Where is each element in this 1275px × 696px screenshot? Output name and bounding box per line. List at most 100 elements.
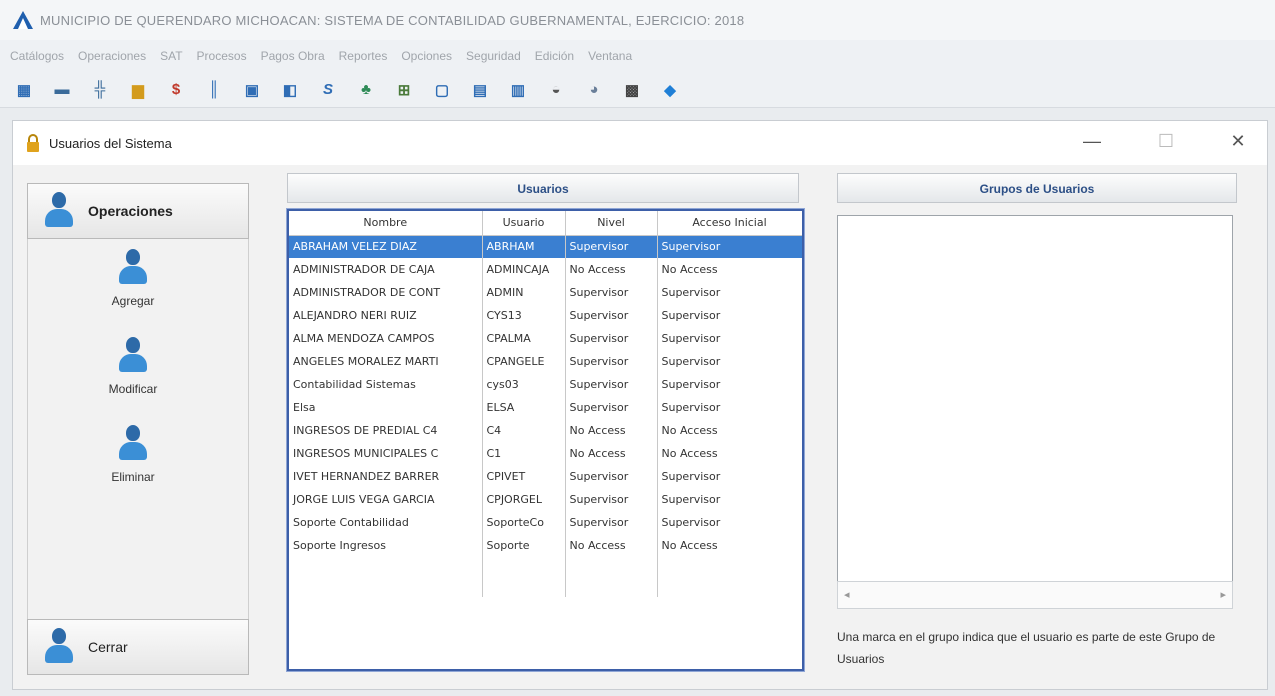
menu-sat[interactable]: SAT — [160, 49, 182, 63]
cell-nombre: ADMINISTRADOR DE CAJA — [289, 258, 483, 281]
table-row[interactable]: Contabilidad Sistemas cys03 Supervisor Supe… — [289, 373, 802, 396]
menu-catalogos[interactable]: Catálogos — [10, 49, 64, 63]
column-header-usuario[interactable]: Usuario — [482, 211, 566, 236]
cell-usuario: CPANGELE — [482, 350, 566, 373]
column-header-nombre[interactable]: Nombre — [289, 211, 483, 236]
groups-horizontal-scrollbar[interactable]: ◂ ▸ — [837, 581, 1233, 609]
table-row[interactable]: ALMA MENDOZA CAMPOS CPALMA Supervisor Super… — [289, 327, 802, 350]
close-window-button[interactable]: ✕ — [1223, 131, 1253, 152]
cell-nivel: Supervisor — [565, 281, 658, 304]
cell-nivel: Supervisor — [565, 304, 658, 327]
cell-nivel: Supervisor — [565, 511, 658, 534]
columns-icon[interactable]: ║ — [204, 80, 224, 100]
modify-user-button[interactable]: Modificar — [73, 337, 193, 396]
users-header: Usuarios — [287, 173, 799, 203]
cell-acceso: Supervisor — [657, 396, 802, 419]
app-title: MUNICIPIO DE QUERENDARO MICHOACAN: SISTE… — [40, 12, 745, 28]
column-header-acceso[interactable]: Acceso Inicial — [657, 211, 802, 236]
menu-reportes[interactable]: Reportes — [339, 49, 388, 63]
add-user-label: Agregar — [111, 294, 155, 308]
users-grid[interactable]: Nombre Usuario Nivel Acceso Inicial ABRA… — [287, 209, 804, 671]
list-icon[interactable]: ▬ — [52, 80, 72, 100]
cell-nombre: IVET HERNANDEZ BARRER — [289, 465, 483, 488]
cell-usuario: C1 — [482, 442, 566, 465]
cell-nombre: ALEJANDRO NERI RUIZ — [289, 304, 483, 327]
menu-ventana[interactable]: Ventana — [588, 49, 632, 63]
cell-nombre: INGRESOS MUNICIPALES C — [289, 442, 483, 465]
cell-nivel: Supervisor — [565, 465, 658, 488]
book-icon[interactable]: ◧ — [280, 80, 300, 100]
operations-button[interactable]: Operaciones — [27, 183, 249, 239]
table-row[interactable]: INGRESOS DE PREDIAL C4 C4 No Access No Acce… — [289, 419, 802, 442]
cell-acceso: Supervisor — [657, 281, 802, 304]
cell-nombre: JORGE LUIS VEGA GARCIA — [289, 488, 483, 511]
cell-usuario: C4 — [482, 419, 566, 442]
cell-acceso: Supervisor — [657, 373, 802, 396]
table-row[interactable]: ANGELES MORALEZ MARTI CPANGELE Supervisor S… — [289, 350, 802, 373]
close-label: Cerrar — [88, 639, 128, 655]
bar-chart-icon[interactable]: ▆ — [128, 80, 148, 100]
cell-usuario: cys03 — [482, 373, 566, 396]
cell-nivel: No Access — [565, 442, 658, 465]
minimize-button[interactable]: — — [1077, 131, 1107, 152]
tree-icon[interactable]: ⊞ — [394, 80, 414, 100]
leaf-icon[interactable]: ♣ — [356, 80, 376, 100]
scroll-right-icon[interactable]: ▸ — [1220, 588, 1226, 601]
table-row[interactable]: Soporte Ingresos Soporte No Access No Acces… — [289, 534, 802, 557]
table-row[interactable]: ABRAHAM VELEZ DIAZ ABRHAM Supervisor Superv… — [289, 235, 802, 258]
menu-procesos[interactable]: Procesos — [197, 49, 247, 63]
cell-nombre: Elsa — [289, 396, 483, 419]
window-icon[interactable]: ▣ — [242, 80, 262, 100]
add-user-icon — [116, 249, 150, 287]
menubar: Catálogos Operaciones SAT Procesos Pagos… — [0, 40, 1275, 72]
cell-nivel: Supervisor — [565, 235, 658, 258]
split-icon[interactable]: ╬ — [90, 80, 110, 100]
note-icon[interactable]: ▥ — [508, 80, 528, 100]
table-row[interactable]: IVET HERNANDEZ BARRER CPIVET Supervisor Sup… — [289, 465, 802, 488]
users-group-icon — [42, 628, 76, 666]
table-row[interactable]: ADMINISTRADOR DE CAJA ADMINCAJA No Access N… — [289, 258, 802, 281]
cell-usuario: ELSA — [482, 396, 566, 419]
table-row[interactable]: JORGE LUIS VEGA GARCIA CPJORGEL Supervisor… — [289, 488, 802, 511]
exit-icon[interactable]: ◆ — [660, 80, 680, 100]
dollar-book-icon[interactable]: $ — [166, 80, 186, 100]
calculator-icon[interactable]: ▤ — [470, 80, 490, 100]
menu-opciones[interactable]: Opciones — [401, 49, 452, 63]
table-row[interactable]: INGRESOS MUNICIPALES C C1 No Access No Acce… — [289, 442, 802, 465]
cell-usuario: CPALMA — [482, 327, 566, 350]
scroll-left-icon[interactable]: ◂ — [844, 588, 850, 601]
add-user-button[interactable]: Agregar — [73, 249, 193, 308]
cell-nombre: ANGELES MORALEZ MARTI — [289, 350, 483, 373]
table-row[interactable]: Elsa ELSA Supervisor Supervisor — [289, 396, 802, 419]
table-row[interactable]: Soporte Contabilidad SoporteCo Supervisor S… — [289, 511, 802, 534]
column-header-nivel[interactable]: Nivel — [565, 211, 658, 236]
maximize-button[interactable]: ☐ — [1151, 131, 1181, 152]
modify-user-label: Modificar — [108, 382, 158, 396]
printer-icon[interactable]: ▩ — [622, 80, 642, 100]
delete-user-icon — [116, 425, 150, 463]
cell-usuario: SoporteCo — [482, 511, 566, 534]
groups-list[interactable] — [837, 215, 1233, 609]
cell-acceso: Supervisor — [657, 235, 802, 258]
cell-acceso: Supervisor — [657, 488, 802, 511]
cell-nivel: No Access — [565, 258, 658, 281]
dollar-icon[interactable]: S — [318, 80, 338, 100]
menu-seguridad[interactable]: Seguridad — [466, 49, 521, 63]
delete-user-button[interactable]: Eliminar — [73, 425, 193, 484]
cell-nivel: Supervisor — [565, 327, 658, 350]
cell-acceso: No Access — [657, 534, 802, 557]
document-icon[interactable]: ▢ — [432, 80, 452, 100]
close-button[interactable]: Cerrar — [27, 619, 249, 675]
cell-usuario: CPJORGEL — [482, 488, 566, 511]
cell-nivel: No Access — [565, 534, 658, 557]
table-row[interactable]: ALEJANDRO NERI RUIZ CYS13 Supervisor Superv… — [289, 304, 802, 327]
menu-pagos-obra[interactable]: Pagos Obra — [261, 49, 325, 63]
table-row[interactable]: ADMINISTRADOR DE CONT ADMIN Supervisor Supe… — [289, 281, 802, 304]
groups-header: Grupos de Usuarios — [837, 173, 1237, 203]
grid-icon[interactable]: ▦ — [14, 80, 34, 100]
menu-operaciones[interactable]: Operaciones — [78, 49, 146, 63]
car-icon[interactable]: ◒ — [546, 80, 566, 100]
cell-nombre: Soporte Contabilidad — [289, 511, 483, 534]
menu-edicion[interactable]: Edición — [535, 49, 574, 63]
users-icon[interactable]: ◕ — [584, 80, 604, 100]
